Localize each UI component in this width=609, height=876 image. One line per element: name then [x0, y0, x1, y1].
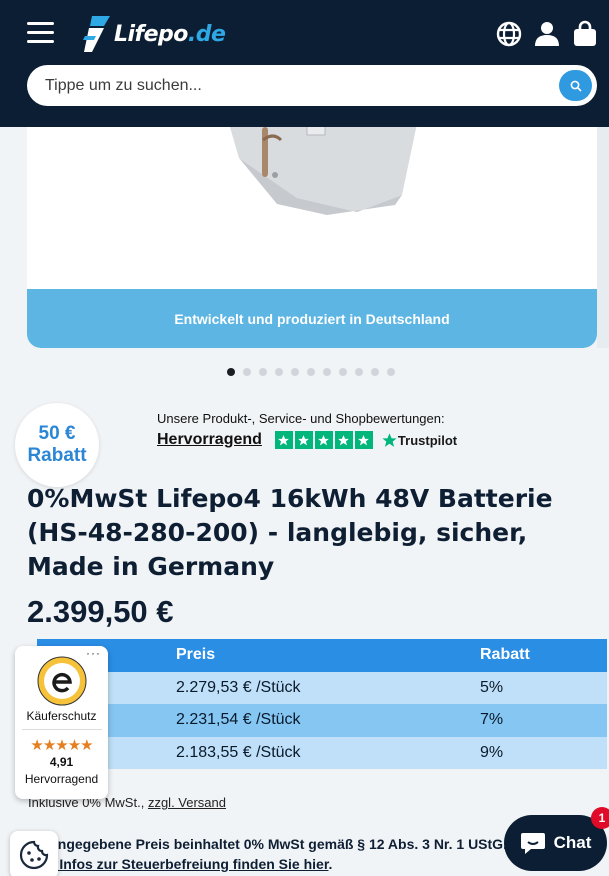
slider-dot[interactable] [243, 368, 251, 376]
slider-dot[interactable] [387, 368, 395, 376]
table-row: 2.183,55 € /Stück 9% [37, 736, 607, 769]
slider-dot[interactable] [355, 368, 363, 376]
rating-verdict: Hervorragend [24, 772, 99, 786]
more-options-icon[interactable]: ··· [86, 646, 101, 660]
cell-price: 2.231,54 € /Stück [176, 711, 301, 729]
trusted-shops-widget[interactable]: ··· Käuferschutz ★★★★★ 4,91 Hervorragend [15, 646, 108, 799]
slider-dot[interactable] [275, 368, 283, 376]
hero-slider[interactable]: Entwickelt und produziert in Deutschland [27, 100, 597, 348]
search-input[interactable] [27, 65, 547, 106]
tier-price-table: Preis Rabatt 2.279,53 € /Stück 5% 2.231,… [37, 639, 607, 769]
table-row: 2.231,54 € /Stück 7% [37, 704, 607, 737]
trusted-shops-seal-icon [37, 656, 86, 706]
cell-price: 2.183,55 € /Stück [176, 743, 301, 761]
cookie-icon [19, 840, 49, 870]
battery-product-image [27, 100, 597, 289]
account-icon[interactable] [533, 20, 561, 48]
logo-bolt-icon [83, 16, 110, 52]
slider-dot[interactable] [371, 368, 379, 376]
table-row: 2.279,53 € /Stück 5% [37, 671, 607, 704]
next-slide-peek [597, 100, 609, 348]
tax-exemption-note: angegebene Preis beinhaltet 0% MwSt gemä… [28, 834, 548, 874]
cell-discount: 7% [480, 711, 504, 729]
rating-stars: ★★★★★ [30, 737, 93, 754]
discount-label: Rabatt [27, 445, 87, 466]
cell-discount: 9% [480, 743, 504, 761]
cell-discount: 5% [480, 678, 504, 696]
hero-caption: Entwickelt und produziert in Deutschland [27, 289, 597, 348]
menu-icon[interactable] [27, 22, 55, 46]
star-icon [354, 431, 373, 449]
search-button[interactable] [559, 70, 592, 101]
slider-dot[interactable] [259, 368, 267, 376]
slider-dot[interactable] [339, 368, 347, 376]
trustpilot-stars [274, 431, 373, 449]
table-header-row: Preis Rabatt [37, 639, 607, 672]
trustpilot-heading: Unsere Produkt-, Service- und Shopbewert… [157, 411, 445, 426]
cell-price: 2.279,53 € /Stück [176, 678, 301, 696]
site-logo[interactable]: Lifepo .de [82, 16, 226, 52]
tax-exemption-text: angegebene Preis beinhaltet 0% MwSt gemä… [50, 836, 507, 852]
chat-label: Chat [553, 833, 592, 852]
site-header: Lifepo .de [0, 0, 609, 127]
chat-bubble-icon [520, 833, 545, 854]
discount-amount: 50 € [38, 423, 76, 444]
trustpilot-verdict[interactable]: Hervorragend [157, 431, 262, 449]
star-icon [334, 431, 353, 449]
product-page: Entwickelt und produziert in Deutschland… [0, 0, 609, 876]
column-header-discount: Rabatt [480, 646, 530, 664]
divider [21, 729, 102, 730]
slider-dot[interactable] [307, 368, 315, 376]
column-header-price: Preis [176, 646, 216, 664]
product-price: 2.399,50 € [27, 594, 174, 629]
trusted-shops-label: Käuferschutz [26, 709, 97, 723]
rating-score: 4,91 [49, 755, 74, 769]
chat-unread-badge: 1 [591, 807, 609, 829]
slider-dot[interactable] [323, 368, 331, 376]
trustpilot-star-icon [382, 432, 397, 447]
search-bar [27, 65, 597, 106]
globe-icon[interactable] [495, 20, 523, 48]
logo-tld: .de [187, 21, 226, 47]
cart-icon[interactable] [571, 20, 599, 48]
tax-exemption-link[interactable]: r Infos zur Steuerbefreiung finden Sie h… [50, 856, 329, 872]
cookie-settings-button[interactable] [10, 831, 58, 876]
trustpilot-widget[interactable]: Unsere Produkt-, Service- und Shopbewert… [157, 411, 477, 455]
slider-dot[interactable] [291, 368, 299, 376]
star-icon [314, 431, 333, 449]
star-icon [294, 431, 313, 449]
product-title: 0%MwSt Lifepo4 16kWh 48V Batterie (HS-48… [27, 484, 553, 581]
slider-dot[interactable] [227, 368, 235, 376]
shipping-link[interactable]: zzgl. Versand [148, 795, 226, 810]
slider-pagination [227, 368, 395, 378]
discount-badge: 50 € Rabatt [15, 403, 99, 487]
star-icon [274, 431, 293, 449]
logo-text: Lifepo [114, 21, 188, 47]
trustpilot-brand: Trustpilot [381, 432, 457, 449]
trustpilot-brand-label: Trustpilot [397, 432, 458, 448]
search-icon [570, 80, 582, 92]
